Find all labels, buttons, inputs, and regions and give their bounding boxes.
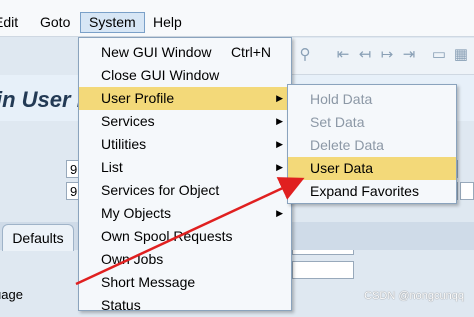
arrow-line (75, 177, 305, 286)
red-arrow-annotation (75, 177, 305, 286)
watermark: CSDN @nongcunqq (364, 290, 464, 302)
